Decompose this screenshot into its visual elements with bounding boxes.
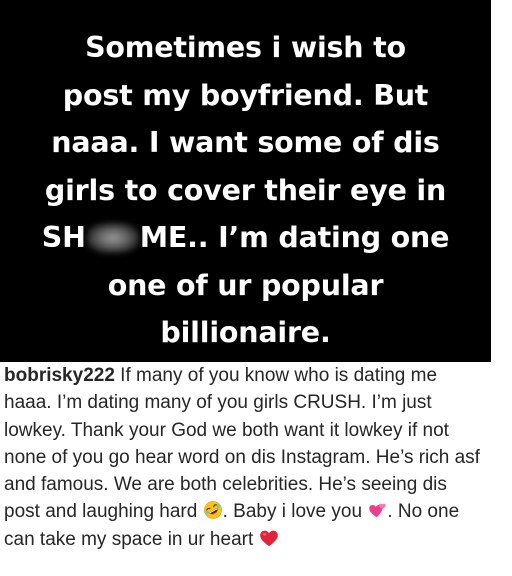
- caption-line: post and laughing hard . Baby i love you…: [4, 498, 508, 525]
- two-hearts-emoji-icon: [367, 500, 387, 520]
- caption-line: and famous. We are both celebrities. He’…: [4, 474, 447, 496]
- caption-text: can take my space in ur heart: [4, 528, 259, 550]
- caption-line: bobrisky222 If many of you know who is d…: [4, 362, 508, 389]
- caption-text: post and laughing hard: [4, 501, 203, 523]
- caption-line: none of you go hear word on dis Instagra…: [4, 446, 480, 468]
- image-text-line: naaa. I want some of dis: [51, 126, 440, 159]
- image-text-line-censored: SH ME.. I’m dating one: [0, 214, 491, 262]
- caption-text: If many of you know who is dating me: [114, 365, 438, 386]
- red-heart-emoji-icon: [259, 528, 279, 548]
- image-text-line: one of ur popular: [107, 268, 384, 302]
- image-text-fragment: ME.. I’m dating one: [139, 221, 450, 254]
- image-text-line: post my boyfriend. But: [62, 78, 429, 112]
- caption-line: haaa. I’m dating many of you girls CRUSH…: [4, 392, 432, 414]
- caption-username-link[interactable]: bobrisky222: [4, 365, 115, 386]
- caption-text: . No one: [387, 501, 460, 523]
- rolling-on-the-floor-laughing-emoji-icon: [203, 500, 223, 520]
- post-image[interactable]: Sometimes i wish to post my boyfriend. B…: [0, 0, 491, 362]
- image-text-line: Sometimes i wish to: [85, 31, 406, 64]
- caption-text: . Baby i love you: [222, 501, 368, 523]
- caption-line: can take my space in ur heart: [4, 526, 508, 553]
- post-caption: bobrisky222 If many of you know who is d…: [0, 362, 512, 576]
- caption-line: lowkey. Thank your God we both want it l…: [4, 419, 449, 441]
- image-text-line: girls to cover their eye in: [44, 173, 447, 207]
- post-image-text: Sometimes i wish to post my boyfriend. B…: [0, 24, 491, 357]
- image-text-fragment: SH: [41, 221, 86, 254]
- image-text-line: billionaire.: [160, 316, 331, 349]
- censor-blur: [87, 223, 139, 253]
